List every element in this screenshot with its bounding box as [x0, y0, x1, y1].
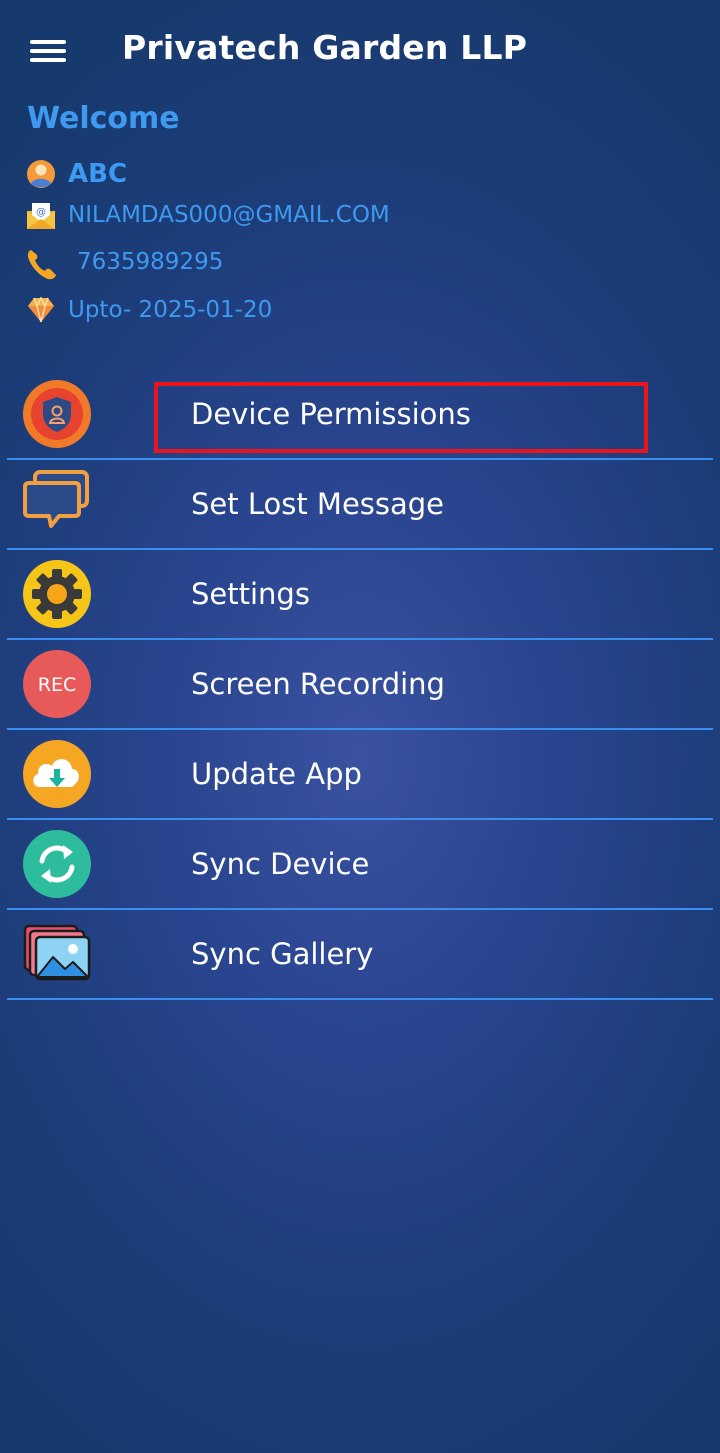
- gallery-icon: [23, 920, 91, 988]
- app-title: Privatech Garden LLP: [122, 28, 528, 67]
- hamburger-menu-icon[interactable]: [30, 36, 66, 66]
- profile-email-row: @ NILAMDAS000@GMAIL.COM: [26, 197, 390, 233]
- cloud-download-icon: [23, 740, 91, 808]
- menu-item-device-permissions[interactable]: Device Permissions: [7, 370, 713, 460]
- menu-label: Sync Device: [191, 847, 370, 881]
- rec-icon: REC: [23, 650, 91, 718]
- menu-list: Device Permissions Set Lost Message Sett…: [7, 370, 713, 1000]
- menu-label: Device Permissions: [191, 397, 471, 431]
- profile-email: NILAMDAS000@GMAIL.COM: [68, 202, 390, 228]
- welcome-heading: Welcome: [27, 101, 180, 136]
- diamond-icon: [26, 295, 56, 325]
- profile-validity: Upto- 2025-01-20: [68, 297, 273, 323]
- menu-item-screen-recording[interactable]: REC Screen Recording: [7, 640, 713, 730]
- profile-name-row: ABC: [26, 156, 127, 192]
- rec-icon-text: REC: [38, 674, 76, 696]
- profile-phone: 7635989295: [77, 249, 224, 275]
- profile-name: ABC: [68, 159, 128, 189]
- menu-item-sync-device[interactable]: Sync Device: [7, 820, 713, 910]
- menu-label: Update App: [191, 757, 362, 791]
- menu-item-update-app[interactable]: Update App: [7, 730, 713, 820]
- menu-item-set-lost-message[interactable]: Set Lost Message: [7, 460, 713, 550]
- menu-label: Screen Recording: [191, 667, 445, 701]
- email-icon: @: [26, 200, 56, 230]
- menu-label: Sync Gallery: [191, 937, 374, 971]
- menu-label: Settings: [191, 577, 310, 611]
- profile-phone-row: 7635989295: [26, 244, 223, 280]
- profile-validity-row: Upto- 2025-01-20: [26, 292, 272, 328]
- menu-item-sync-gallery[interactable]: Sync Gallery: [7, 910, 713, 1000]
- phone-icon: [26, 247, 56, 280]
- menu-item-settings[interactable]: Settings: [7, 550, 713, 640]
- shield-user-icon: [23, 380, 91, 448]
- svg-text:@: @: [36, 207, 46, 218]
- gear-icon: [23, 560, 91, 628]
- sync-icon: [23, 830, 91, 898]
- user-avatar-icon: [26, 159, 56, 189]
- top-bar: Privatech Garden LLP: [0, 0, 720, 100]
- chat-bubbles-icon: [23, 470, 91, 538]
- menu-label: Set Lost Message: [191, 487, 445, 521]
